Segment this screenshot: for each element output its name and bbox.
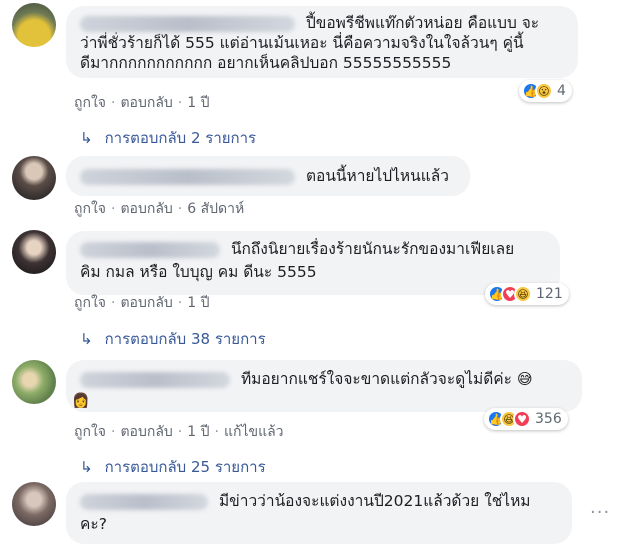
- sticker-icon: 👩: [72, 393, 90, 409]
- comment-text-line: ปี้ขอพรีชีพแท๊กตัวหน่อย คือแบบ จะ: [305, 14, 540, 32]
- like-link[interactable]: ถูกใจ: [74, 424, 106, 440]
- reply-arrow-icon: ↳: [80, 330, 93, 348]
- comment-bubble: ปี้ขอพรีชีพแท๊กตัวหน่อย คือแบบ จะ ว่าพี่…: [66, 6, 578, 78]
- commenter-name[interactable]: [80, 371, 230, 388]
- timestamp[interactable]: 6 สัปดาห์: [187, 201, 244, 217]
- comment-text-line: นึกถึงนิยายเรื่องร้ายนักนะรักของมาเฟียเล…: [230, 240, 515, 258]
- reaction-count: 4: [557, 83, 566, 99]
- reaction-summary[interactable]: 👍 ♥ 😆 121: [485, 283, 569, 305]
- reply-link[interactable]: ตอบกลับ: [120, 201, 172, 217]
- view-replies-link[interactable]: ↳ การตอบกลับ 2 รายการ: [80, 126, 256, 150]
- like-link[interactable]: ถูกใจ: [74, 201, 106, 217]
- edited-label[interactable]: แก้ไขแล้ว: [224, 424, 284, 440]
- commenter-name[interactable]: [80, 493, 208, 510]
- comment-text-line: คะ?: [80, 515, 107, 533]
- reaction-summary[interactable]: 👍 😮 4: [519, 80, 572, 102]
- love-icon: ♥: [513, 410, 531, 428]
- reaction-count: 121: [536, 286, 563, 302]
- timestamp[interactable]: 1 ปี: [187, 424, 209, 440]
- commenter-name[interactable]: [80, 168, 295, 185]
- sweat-smile-icon: 😅: [516, 370, 533, 388]
- haha-icon: 😆: [514, 285, 532, 303]
- commenter-name[interactable]: [80, 241, 220, 258]
- reply-link[interactable]: ตอบกลับ: [120, 95, 172, 111]
- wow-icon: 😮: [535, 82, 553, 100]
- comment-text-line: ทีมอยากแชร์ใจจะขาดแต่กลัวจะดูไม่ดีค่ะ: [240, 370, 512, 388]
- avatar[interactable]: [12, 482, 56, 526]
- reply-arrow-icon: ↳: [80, 129, 93, 147]
- comment-bubble: ทีมอยากแชร์ใจจะขาดแต่กลัวจะดูไม่ดีค่ะ 😅 …: [66, 360, 582, 412]
- avatar[interactable]: [12, 3, 56, 47]
- comment-text-line: คิม กมล หรือ ใบบุญ คม ดีนะ 5555: [80, 263, 317, 281]
- reaction-count: 356: [535, 411, 562, 427]
- comment-text-line: มีข่าวว่าน้องจะแต่งงานปี2021แล้วด้วย ใช่…: [218, 492, 531, 510]
- replies-label: การตอบกลับ 2 รายการ: [104, 129, 257, 147]
- replies-label: การตอบกลับ 25 รายการ: [104, 458, 266, 476]
- commenter-name[interactable]: [80, 15, 295, 32]
- view-replies-link[interactable]: ↳ การตอบกลับ 25 รายการ: [80, 455, 266, 479]
- comment-bubble: มีข่าวว่าน้องจะแต่งงานปี2021แล้วด้วย ใช่…: [66, 482, 572, 544]
- comment-text-line: ตอนนี้หายไปไหนแล้ว: [305, 167, 449, 185]
- reaction-summary[interactable]: 👍 😆 ♥ 356: [484, 408, 568, 430]
- avatar[interactable]: [12, 230, 56, 274]
- avatar[interactable]: [12, 360, 56, 404]
- comment-bubble: นึกถึงนิยายเรื่องร้ายนักนะรักของมาเฟียเล…: [66, 231, 560, 295]
- comment-actions: ถูกใจ · ตอบกลับ · 1 ปี · แก้ไขแล้ว: [74, 424, 284, 440]
- comment-text-line: ดีมากกกกกกกกกกก อยากเห็นคลิปบอก 55555555…: [80, 54, 452, 72]
- avatar[interactable]: [12, 156, 56, 200]
- replies-label: การตอบกลับ 38 รายการ: [104, 330, 266, 348]
- view-replies-link[interactable]: ↳ การตอบกลับ 38 รายการ: [80, 327, 266, 351]
- comment-actions: ถูกใจ · ตอบกลับ · 1 ปี: [74, 95, 210, 111]
- comment-text-line: ว่าพี่ชั่วร้ายก็ได้ 555 แต่อ่านเม้นเหอะ …: [80, 34, 524, 52]
- reply-link[interactable]: ตอบกลับ: [120, 295, 172, 311]
- reply-link[interactable]: ตอบกลับ: [120, 424, 172, 440]
- timestamp[interactable]: 1 ปี: [187, 95, 209, 111]
- comment-bubble: ตอนนี้หายไปไหนแล้ว: [66, 156, 470, 196]
- reply-arrow-icon: ↳: [80, 458, 93, 476]
- comment-actions: ถูกใจ · ตอบกลับ · 1 ปี: [74, 295, 210, 311]
- like-link[interactable]: ถูกใจ: [74, 295, 106, 311]
- more-options-icon[interactable]: ···: [590, 502, 610, 523]
- comment-actions: ถูกใจ · ตอบกลับ · 6 สัปดาห์: [74, 201, 245, 217]
- timestamp[interactable]: 1 ปี: [187, 295, 209, 311]
- like-link[interactable]: ถูกใจ: [74, 95, 106, 111]
